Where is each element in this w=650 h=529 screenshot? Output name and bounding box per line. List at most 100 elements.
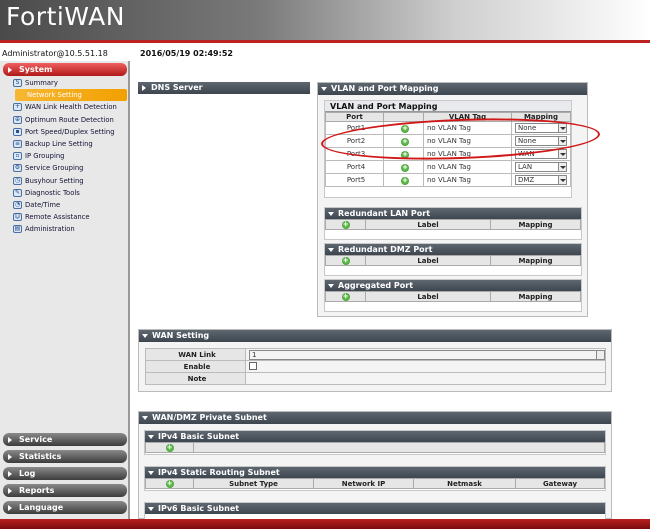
ipv4-basic-header[interactable]: IPv4 Basic Subnet — [145, 431, 605, 442]
chevron-down-icon[interactable] — [558, 176, 566, 184]
vlan-panel-header[interactable]: VLAN and Port Mapping — [318, 83, 587, 95]
sidebar-item-label: WAN Link Health Detection — [25, 103, 117, 112]
sidebar-item-label: Network Setting — [27, 91, 82, 100]
column-netmask: Netmask — [413, 478, 516, 489]
sidebar-item-summary[interactable]: S Summary — [3, 77, 127, 89]
fortiwan-window: FortiWAN Administrator@10.5.51.18 2016/0… — [0, 0, 650, 529]
sidebar-item-label: Date/Time — [25, 200, 61, 209]
note-input[interactable] — [245, 372, 606, 385]
ipv6-basic-header[interactable]: IPv6 Basic Subnet — [145, 503, 605, 514]
wan-setting-form: WAN Link 1 Enable Note — [145, 348, 606, 385]
column-add — [383, 112, 424, 122]
route-icon: ⊕ — [13, 115, 22, 124]
menu-log[interactable]: Log — [3, 467, 127, 480]
sidebar-item-label: Backup Line Setting — [25, 140, 93, 149]
sidebar-item-service-grouping[interactable]: ⚙ Service Grouping — [3, 162, 127, 174]
app-logo: FortiWAN — [6, 2, 125, 31]
column-label: Label — [365, 255, 491, 266]
add-icon[interactable]: + — [165, 480, 174, 488]
system-submenu: S Summary Network Setting + WAN Link Healt… — [3, 77, 127, 235]
menu-system[interactable]: System — [3, 63, 127, 76]
sidebar-item-optimum-route[interactable]: ⊕ Optimum Route Detection — [3, 114, 127, 126]
menu-service[interactable]: Service — [3, 433, 127, 446]
table-row: Note — [145, 372, 606, 385]
sidebar-item-diagnostic-tools[interactable]: ✎ Diagnostic Tools — [3, 187, 127, 199]
wan-link-value: 1 — [252, 350, 257, 359]
vlan-tag-cell: no VLAN Tag — [423, 160, 512, 174]
redundant-lan-header[interactable]: Redundant LAN Port — [325, 208, 581, 219]
add-cell: + — [325, 291, 366, 302]
sidebar-item-date-time[interactable]: ◔ Date/Time — [3, 199, 127, 211]
sidebar-item-network-setting[interactable]: Network Setting — [15, 89, 127, 102]
column-subnet-type: Subnet Type — [193, 478, 314, 489]
column-mapping: Mapping — [490, 255, 581, 266]
sidebar-item-ip-grouping[interactable]: ▫ IP Grouping — [3, 150, 127, 162]
column-label: Label — [365, 219, 491, 230]
add-icon[interactable]: + — [341, 257, 350, 265]
mapping-cell: DMZ — [511, 173, 571, 187]
enable-checkbox[interactable] — [249, 361, 257, 370]
wan-setting-panel: WAN Setting WAN Link 1 Enable Note — [138, 329, 612, 392]
vlan-panel: VLAN and Port Mapping VLAN and Port Mapp… — [317, 82, 588, 317]
wan-link-select[interactable]: 1 — [249, 349, 605, 360]
port-cell: Port5 — [325, 173, 384, 187]
add-vlan-cell: + — [383, 160, 424, 174]
sidebar-item-remote-assistance[interactable]: ☺ Remote Assistance — [3, 211, 127, 223]
column-label: Label — [365, 291, 491, 302]
health-icon: + — [13, 103, 22, 112]
redundant-dmz-header[interactable]: Redundant DMZ Port — [325, 244, 581, 255]
sidebar-item-backup-line[interactable]: ≡ Backup Line Setting — [3, 138, 127, 150]
private-subnet-header[interactable]: WAN/DMZ Private Subnet — [139, 412, 611, 424]
footer-bar — [0, 519, 650, 529]
dns-server-header[interactable]: DNS Server — [138, 82, 310, 94]
sidebar-item-label: Port Speed/Duplex Setting — [25, 127, 115, 136]
add-icon[interactable]: + — [401, 176, 409, 185]
sidebar-item-label: IP Grouping — [25, 152, 65, 161]
menu-reports[interactable]: Reports — [3, 484, 127, 497]
admin-icon: ▤ — [13, 225, 22, 234]
ipv4-static-header[interactable]: IPv4 Static Routing Subnet — [145, 467, 605, 478]
table-row: WAN Link 1 — [145, 348, 606, 361]
chevron-down-icon[interactable] — [558, 150, 566, 158]
add-cell: + — [325, 255, 366, 266]
mapping-cell: LAN — [511, 160, 571, 174]
aggregated-port-header[interactable]: Aggregated Port — [325, 280, 581, 291]
header-divider — [0, 40, 650, 43]
tools-icon: ✎ — [13, 188, 22, 197]
mapping-select[interactable]: DMZ — [515, 175, 567, 185]
note-label: Note — [145, 372, 246, 385]
add-cell: + — [145, 442, 194, 453]
add-vlan-cell: + — [383, 173, 424, 187]
add-icon[interactable]: + — [341, 221, 350, 229]
menu-language[interactable]: Language — [3, 501, 127, 514]
wan-setting-header[interactable]: WAN Setting — [139, 330, 611, 342]
menu-statistics[interactable]: Statistics — [3, 450, 127, 463]
wan-link-cell: 1 — [245, 348, 606, 361]
redundant-lan-box: Redundant LAN Port + Label Mapping — [324, 207, 582, 240]
wan-setting-table: WAN Link 1 Enable Note — [145, 348, 606, 385]
column-mapping: Mapping — [490, 291, 581, 302]
port-icon: ▪ — [13, 127, 22, 136]
sidebar-item-label: Summary — [25, 79, 58, 88]
sidebar-item-label: Busyhour Setting — [25, 176, 84, 185]
remote-icon: ☺ — [13, 213, 22, 222]
sidebar-item-port-speed[interactable]: ▪ Port Speed/Duplex Setting — [3, 126, 127, 138]
add-icon[interactable]: + — [165, 444, 174, 452]
backup-icon: ≡ — [13, 140, 22, 149]
table-row: Port5 + no VLAN Tag DMZ — [325, 173, 571, 187]
add-icon[interactable]: + — [341, 293, 350, 301]
add-cell: + — [145, 478, 194, 489]
sidebar-item-label: Service Grouping — [25, 164, 84, 173]
sidebar: System S Summary Network Setting + WAN Lin… — [0, 61, 130, 522]
ipv6-basic-box: IPv6 Basic Subnet — [144, 502, 606, 520]
sidebar-item-wan-link-health[interactable]: + WAN Link Health Detection — [3, 101, 127, 113]
sidebar-item-administration[interactable]: ▤ Administration — [3, 223, 127, 235]
mapping-select[interactable]: LAN — [515, 162, 567, 172]
chevron-down-icon[interactable] — [596, 350, 604, 359]
add-icon[interactable]: + — [401, 163, 409, 172]
sidebar-item-busyhour[interactable]: ◷ Busyhour Setting — [3, 175, 127, 187]
chevron-down-icon[interactable] — [558, 163, 566, 171]
current-datetime: 2016/05/19 02:49:52 — [140, 49, 233, 58]
ipv4-basic-box: IPv4 Basic Subnet + — [144, 430, 606, 455]
wan-link-label: WAN Link — [145, 348, 246, 361]
